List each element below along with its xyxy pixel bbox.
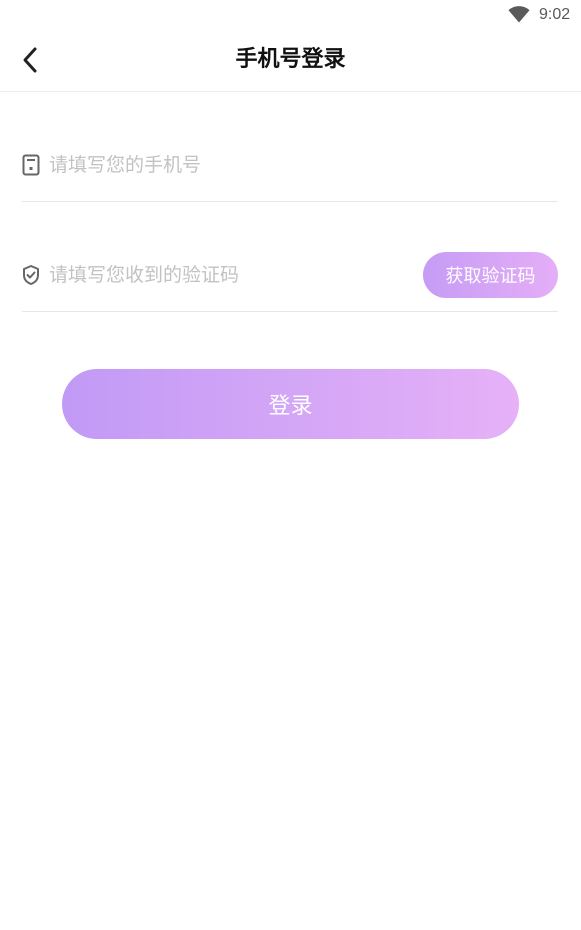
phone-input[interactable] (49, 148, 429, 182)
status-bar: 9:02 (0, 0, 581, 30)
shield-check-icon (23, 265, 39, 285)
wifi-icon (508, 6, 530, 23)
page-title: 手机号登录 (235, 47, 346, 72)
login-button[interactable]: 登录 (62, 369, 519, 439)
nav-bar: 手机号登录 (0, 30, 581, 92)
phone-field (22, 130, 558, 202)
get-code-button[interactable]: 获取验证码 (423, 252, 558, 298)
phone-icon (22, 154, 40, 176)
code-input[interactable] (49, 258, 419, 292)
status-time: 9:02 (539, 6, 571, 23)
code-field: 获取验证码 (22, 240, 558, 312)
